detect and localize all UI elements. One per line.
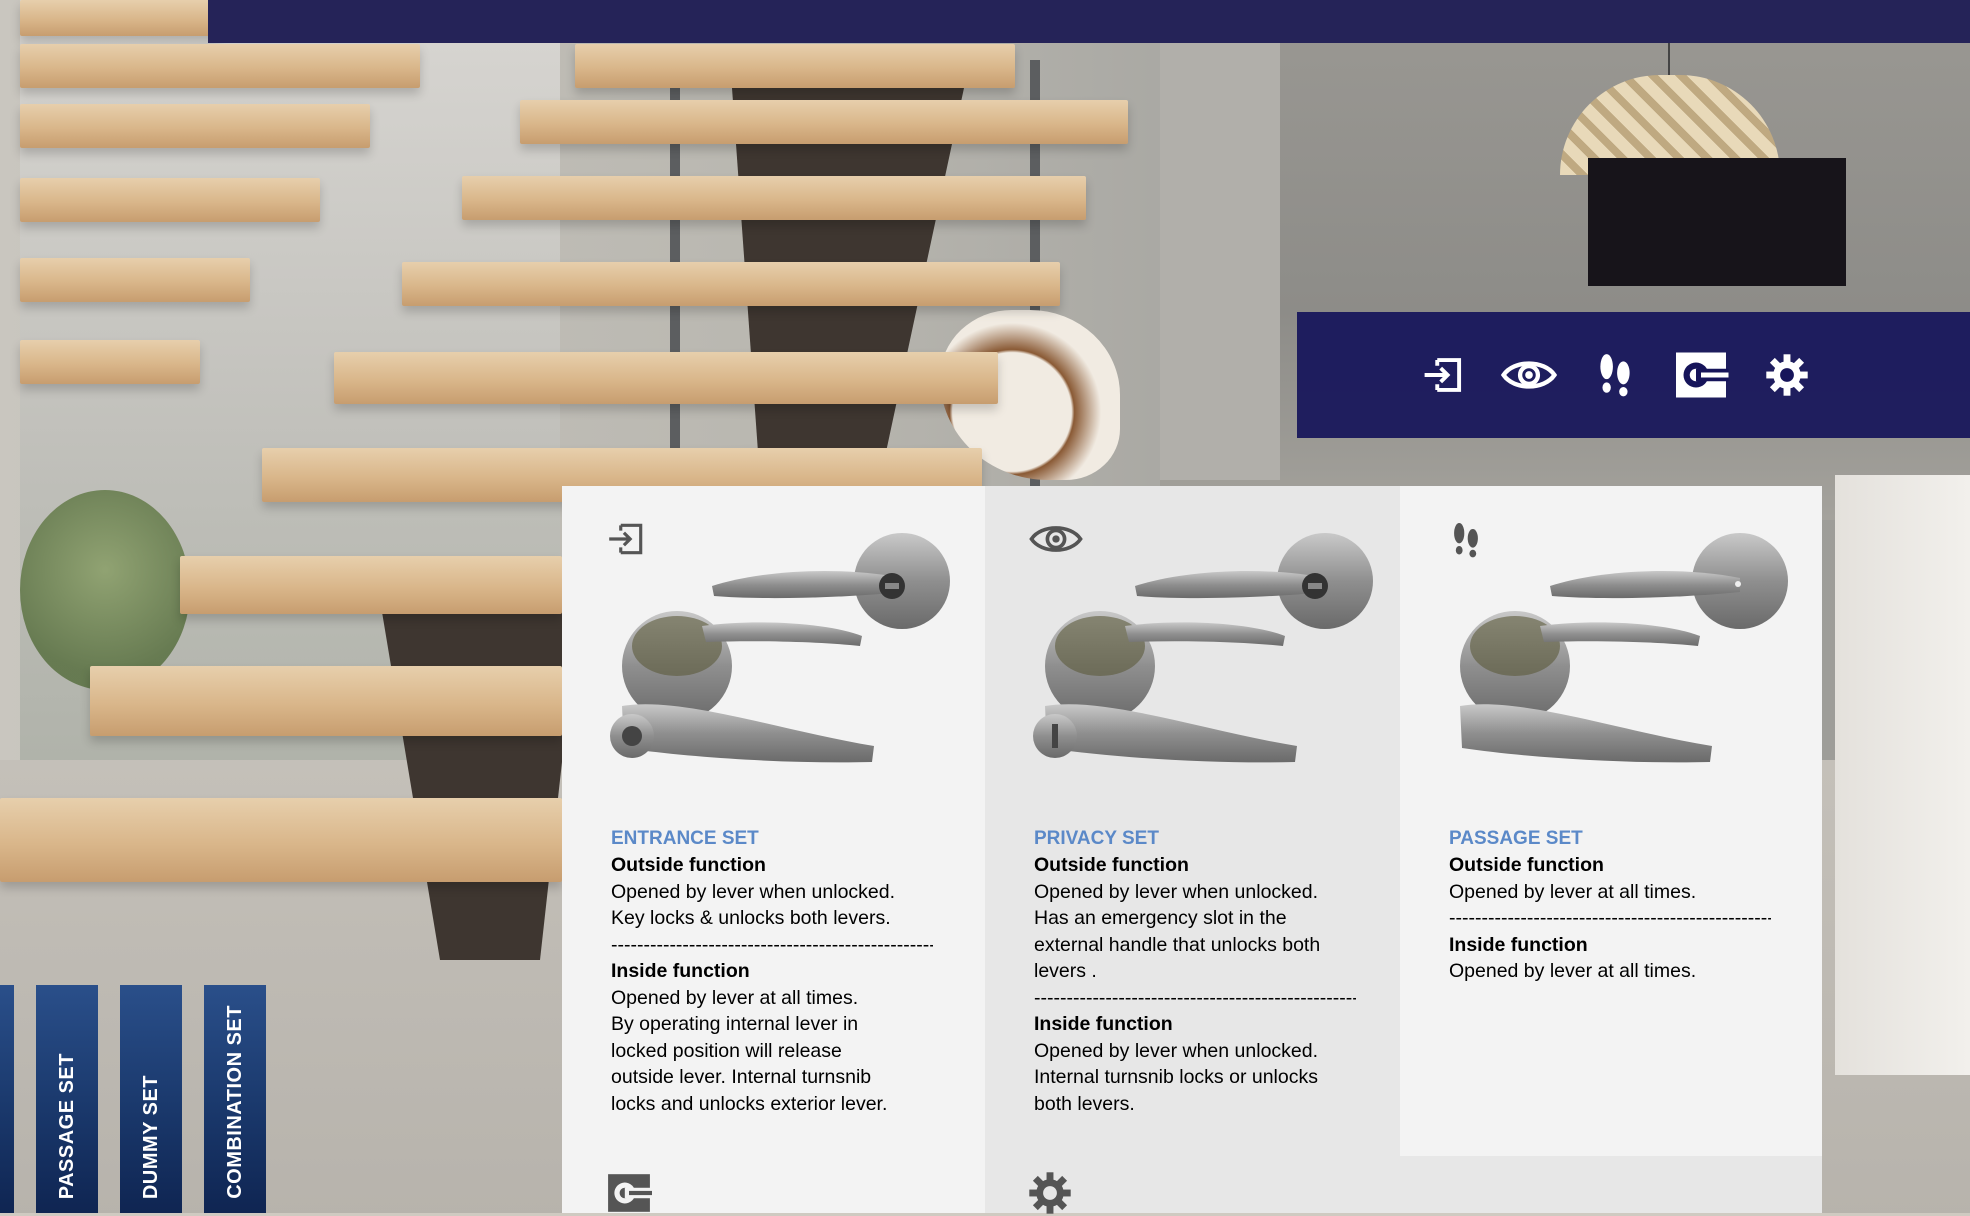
stair-step — [0, 798, 562, 882]
privacy-lever-set-image — [1033, 533, 1373, 763]
combination-gear-icon — [1029, 1172, 1071, 1214]
outside-function-title: Outside function — [1034, 854, 1189, 876]
stair-step — [90, 666, 562, 736]
stair-step — [180, 556, 562, 614]
stair-step — [462, 176, 1086, 220]
stair-step — [575, 44, 1015, 88]
outside-function-title: Outside function — [611, 854, 766, 876]
tab-edge[interactable] — [0, 985, 14, 1213]
tab-label: COMBINATION SET — [223, 1005, 246, 1199]
inside-function-text: Opened by lever at all times. — [1449, 960, 1697, 982]
set-title: PASSAGE SET — [1449, 828, 1583, 849]
stair-step — [20, 44, 420, 88]
inside-function-text: Opened by lever at all times. By operati… — [611, 986, 888, 1115]
stair-step — [20, 340, 200, 384]
next-panels-row — [562, 1156, 1822, 1214]
entrance-icon[interactable] — [1415, 347, 1471, 403]
outside-function-text: Opened by lever when unlocked. Key locks… — [611, 880, 896, 930]
divider: ----------------------------------------… — [1034, 986, 1356, 1009]
combination-gear-icon[interactable] — [1759, 347, 1815, 403]
divider: ----------------------------------------… — [611, 933, 933, 956]
inside-function-text: Opened by lever when unlocked. Internal … — [1034, 1039, 1319, 1115]
function-icon-bar — [1297, 312, 1970, 438]
divider: ----------------------------------------… — [1449, 907, 1771, 929]
outside-function-text: Opened by lever when unlocked. Has an em… — [1034, 880, 1321, 983]
product-panels: ENTRANCE SET Outside function Opened by … — [562, 486, 1822, 1156]
tab-label: DUMMY SET — [139, 1074, 162, 1199]
panel-passage-set: PASSAGE SET Outside function Opened by l… — [1400, 486, 1822, 1156]
passage-footprints-icon[interactable] — [1587, 347, 1643, 403]
concrete-pillar — [1160, 40, 1280, 480]
garden-bush — [20, 490, 190, 690]
entrance-lever-set-image — [610, 533, 950, 763]
outside-function-title: Outside function — [1449, 854, 1604, 876]
dummy-icon — [608, 1174, 652, 1212]
stair-step — [520, 100, 1128, 144]
tab-label: PASSAGE SET — [55, 1052, 78, 1199]
privacy-eye-icon[interactable] — [1501, 347, 1557, 403]
stair-step — [20, 258, 250, 302]
panel-dummy-set-partial — [562, 1156, 985, 1213]
stair-step — [334, 352, 998, 404]
panel-entrance-set: ENTRANCE SET Outside function Opened by … — [562, 486, 985, 1156]
concrete-wall — [1160, 0, 1970, 520]
panel-combination-set-partial — [985, 1156, 1822, 1214]
television — [1588, 158, 1846, 286]
tab-passage-set[interactable]: PASSAGE SET — [36, 985, 98, 1213]
planter — [1835, 475, 1970, 1075]
dummy-icon[interactable] — [1673, 347, 1729, 403]
set-title: ENTRANCE SET — [611, 828, 759, 849]
tab-dummy-set[interactable]: DUMMY SET — [120, 985, 182, 1213]
set-title: PRIVACY SET — [1034, 828, 1159, 849]
inside-function-title: Inside function — [611, 960, 750, 982]
stair-step — [20, 0, 220, 36]
outside-function-text: Opened by lever at all times. — [1449, 880, 1697, 903]
tab-combination-set[interactable]: COMBINATION SET — [204, 985, 266, 1213]
top-bar — [208, 0, 1970, 43]
stair-step — [20, 178, 320, 222]
passage-lever-set-image — [1460, 533, 1788, 763]
inside-function-title: Inside function — [1449, 933, 1588, 956]
panel-privacy-set: PRIVACY SET Outside function Opened by l… — [985, 486, 1400, 1156]
stair-step — [20, 104, 370, 148]
stair-step — [402, 262, 1060, 306]
inside-function-title: Inside function — [1034, 1013, 1173, 1035]
